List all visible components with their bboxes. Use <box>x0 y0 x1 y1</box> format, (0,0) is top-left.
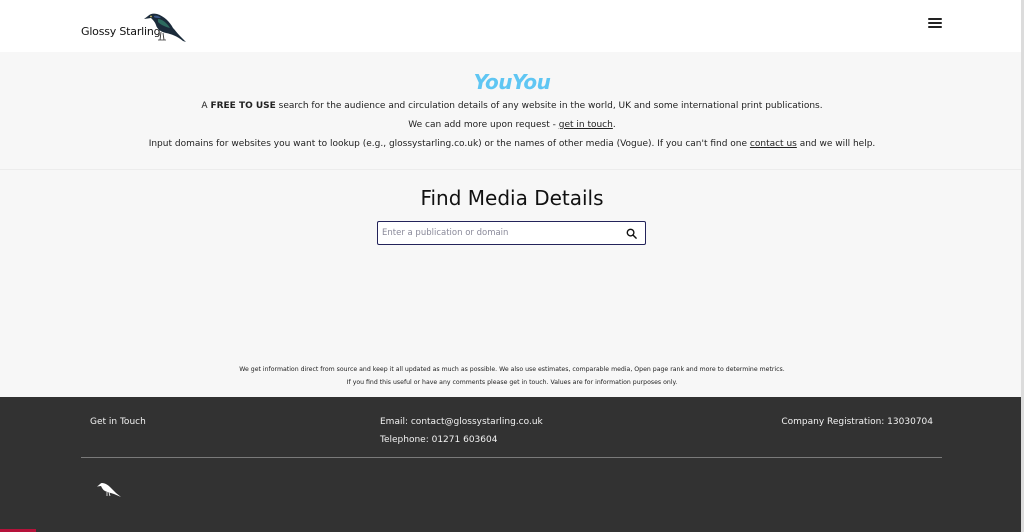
footer-get-in-touch-link[interactable]: Get in Touch <box>90 417 146 427</box>
starling-bird-icon <box>97 483 121 497</box>
free-to-use-label: FREE TO USE <box>210 101 276 111</box>
site-footer: Get in Touch Email: contact@glossystarli… <box>0 397 1024 532</box>
hamburger-menu-icon[interactable] <box>926 16 944 32</box>
intro-section: YouYou A FREE TO USE search for the audi… <box>0 52 1024 170</box>
footer-telephone[interactable]: Telephone: 01271 603604 <box>380 435 497 445</box>
disclaimer-line-1: We get information direct from source an… <box>239 366 785 373</box>
search-icon[interactable] <box>626 228 637 239</box>
contact-us-link[interactable]: contact us <box>750 139 797 149</box>
search-box <box>377 221 646 245</box>
intro-line-2: We can add more upon request - get in to… <box>408 120 616 130</box>
disclaimer-line-2: If you find this useful or have any comm… <box>346 379 678 386</box>
site-header: Glossy Starling <box>0 0 1024 52</box>
youyou-logo: YouYou <box>473 70 551 94</box>
footer-company-registration: Company Registration: 13030704 <box>781 417 933 427</box>
footer-divider <box>81 457 942 458</box>
intro-line-3: Input domains for websites you want to l… <box>148 139 876 149</box>
find-media-title: Find Media Details <box>420 186 604 210</box>
search-input[interactable] <box>382 224 622 242</box>
footer-email[interactable]: Email: contact@glossystarling.co.uk <box>380 417 543 427</box>
intro-line-1: A FREE TO USE search for the audience an… <box>201 101 823 111</box>
starling-bird-icon <box>144 13 186 42</box>
get-in-touch-link[interactable]: get in touch <box>559 120 613 130</box>
